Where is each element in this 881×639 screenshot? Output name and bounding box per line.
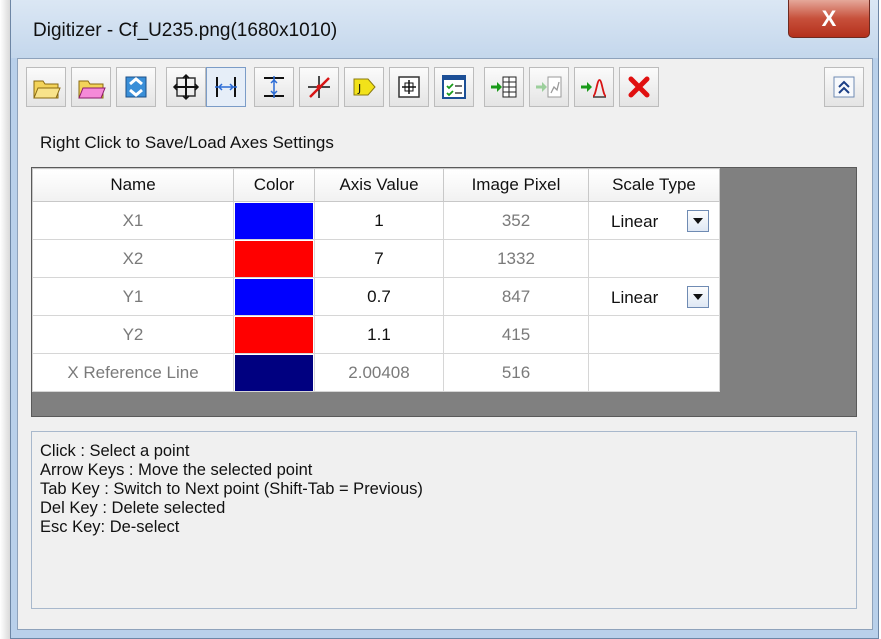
help-line: Tab Key : Switch to Next point (Shift-Ta… <box>40 480 423 498</box>
table-row[interactable]: X2 7 1332 <box>32 239 720 278</box>
help-line: Click : Select a point <box>40 442 190 460</box>
open-pink-folder-icon <box>78 80 106 99</box>
color-swatch[interactable] <box>235 240 313 277</box>
row-image-pixel[interactable]: 1332 <box>443 239 589 278</box>
row-color[interactable] <box>233 353 315 392</box>
export-table-icon <box>491 76 517 98</box>
row-image-pixel[interactable]: 847 <box>443 277 589 316</box>
table-row[interactable]: X1 1 352 Linear <box>32 201 720 240</box>
yellow-tag-icon: J <box>353 78 376 96</box>
row-image-pixel[interactable]: 516 <box>443 353 589 392</box>
row-name[interactable]: Y1 <box>32 277 234 316</box>
title-bar[interactable]: Digitizer - Cf_U235.png(1680x1010) X <box>11 0 878 58</box>
refresh-arrows-icon <box>125 76 147 98</box>
tag-button[interactable]: J <box>344 67 384 107</box>
settings-button[interactable] <box>434 67 474 107</box>
peak-fit-icon <box>581 79 607 98</box>
header-scale-type[interactable]: Scale Type <box>588 168 720 202</box>
close-button[interactable]: X <box>788 0 870 38</box>
export-chart-button[interactable] <box>529 67 569 107</box>
checklist-icon <box>442 75 466 99</box>
color-swatch[interactable] <box>235 316 313 353</box>
chevron-down-icon <box>693 218 703 224</box>
zoom-point-icon <box>398 76 420 98</box>
row-axis-value[interactable]: 7 <box>314 239 444 278</box>
background-edge <box>0 0 10 639</box>
color-swatch[interactable] <box>235 278 313 315</box>
digitizer-window: Digitizer - Cf_U235.png(1680x1010) X J R… <box>10 0 879 639</box>
chevron-down-icon <box>693 294 703 300</box>
row-color[interactable] <box>233 315 315 354</box>
axes-settings-hint: Right Click to Save/Load Axes Settings <box>40 133 334 152</box>
row-name[interactable]: X2 <box>32 239 234 278</box>
row-scale-type[interactable]: Linear <box>588 277 720 316</box>
scale-type-value: Linear <box>611 212 659 231</box>
delete-icon <box>628 76 650 98</box>
row-color[interactable] <box>233 201 315 240</box>
row-name[interactable]: X Reference Line <box>32 353 234 392</box>
move-axes-icon <box>172 73 200 101</box>
help-line: Del Key : Delete selected <box>40 499 226 517</box>
row-name[interactable]: Y2 <box>32 315 234 354</box>
x-axis-button[interactable] <box>206 67 246 107</box>
help-panel: Click : Select a point Arrow Keys : Move… <box>31 431 857 609</box>
x-axis-calibrate-icon <box>215 77 237 97</box>
row-axis-value[interactable]: 1.1 <box>314 315 444 354</box>
color-swatch[interactable] <box>235 354 313 391</box>
collapse-icon <box>833 76 855 98</box>
row-scale-type[interactable]: Linear <box>588 201 720 240</box>
row-axis-value[interactable]: 1 <box>314 201 444 240</box>
row-name[interactable]: X1 <box>32 201 234 240</box>
row-scale-type <box>588 239 720 278</box>
y-axis-button[interactable] <box>254 67 294 107</box>
y-axis-calibrate-icon <box>264 76 284 98</box>
peak-fit-button[interactable] <box>574 67 614 107</box>
client-area: J Right Click to Save/Load Axes Settings… <box>17 58 873 630</box>
zoom-button[interactable] <box>389 67 429 107</box>
open-button[interactable] <box>26 67 66 107</box>
header-name[interactable]: Name <box>32 168 234 202</box>
refresh-button[interactable] <box>116 67 156 107</box>
scale-type-value: Linear <box>611 288 659 307</box>
collapse-button[interactable] <box>824 67 864 107</box>
close-icon: X <box>821 5 837 31</box>
delete-button[interactable] <box>619 67 659 107</box>
open-image-button[interactable] <box>71 67 111 107</box>
help-line: Arrow Keys : Move the selected point <box>40 461 313 479</box>
row-image-pixel[interactable]: 415 <box>443 315 589 354</box>
svg-text:J: J <box>357 82 361 95</box>
table-row[interactable]: X Reference Line 2.00408 516 <box>32 353 720 392</box>
table-row[interactable]: Y1 0.7 847 Linear <box>32 277 720 316</box>
reference-line-icon <box>308 76 330 98</box>
header-image-pixel[interactable]: Image Pixel <box>443 168 589 202</box>
export-chart-icon <box>536 76 562 98</box>
table-row[interactable]: Y2 1.1 415 <box>32 315 720 354</box>
axes-button[interactable] <box>166 67 206 107</box>
open-folder-icon <box>33 80 61 99</box>
scale-type-dropdown[interactable] <box>687 286 709 308</box>
window-title: Digitizer - Cf_U235.png(1680x1010) <box>33 20 338 41</box>
header-axis-value[interactable]: Axis Value <box>314 168 444 202</box>
table-header-row: Name Color Axis Value Image Pixel Scale … <box>32 168 720 202</box>
reference-line-button[interactable] <box>299 67 339 107</box>
color-swatch[interactable] <box>235 202 313 239</box>
row-image-pixel[interactable]: 352 <box>443 201 589 240</box>
toolbar: J <box>26 67 864 107</box>
help-line: Esc Key: De-select <box>40 518 180 536</box>
row-scale-type <box>588 353 720 392</box>
row-axis-value[interactable]: 2.00408 <box>314 353 444 392</box>
axes-grid: Name Color Axis Value Image Pixel Scale … <box>31 167 857 417</box>
scale-type-dropdown[interactable] <box>687 210 709 232</box>
header-color[interactable]: Color <box>233 168 315 202</box>
row-scale-type <box>588 315 720 354</box>
row-color[interactable] <box>233 277 315 316</box>
row-color[interactable] <box>233 239 315 278</box>
row-axis-value[interactable]: 0.7 <box>314 277 444 316</box>
export-data-button[interactable] <box>484 67 524 107</box>
axes-table: Name Color Axis Value Image Pixel Scale … <box>32 168 720 392</box>
